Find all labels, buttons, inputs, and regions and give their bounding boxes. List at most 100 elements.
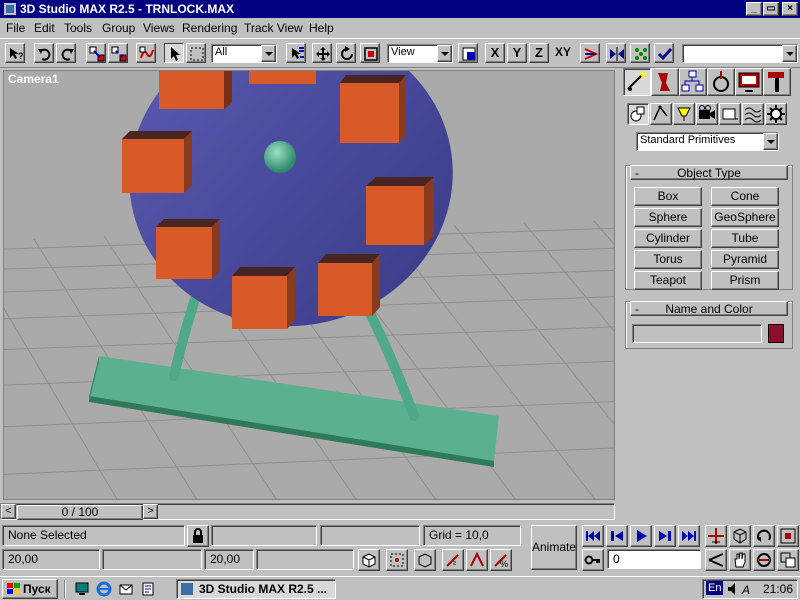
tab-create[interactable] [623,68,651,96]
menu-edit[interactable]: Edit [34,21,55,35]
time-slider-next-button[interactable]: > [143,504,158,519]
maximize-button[interactable]: ▭ [763,2,779,16]
unlink-button[interactable] [108,43,128,63]
undo-button[interactable] [34,43,54,63]
tab-utilities[interactable] [763,68,791,96]
zoom-extents-button[interactable] [777,525,799,547]
previous-frame-button[interactable] [606,525,628,547]
dolly-camera-button[interactable] [753,549,775,571]
quicklaunch-mail[interactable] [118,581,136,599]
truck-camera-button[interactable] [729,549,751,571]
align-button[interactable] [654,43,674,63]
camera-viewport[interactable]: Camera1 [3,70,615,500]
link-button[interactable] [86,43,106,63]
menu-file[interactable]: File [6,21,25,35]
prism-button[interactable]: Prism [711,271,779,290]
menu-views[interactable]: Views [143,21,175,35]
viewport-label[interactable]: Camera1 [8,72,59,86]
teapot-button[interactable]: Teapot [634,271,702,290]
angle-snap-button[interactable]: ² [442,549,464,571]
cone-button[interactable]: Cone [711,187,779,206]
help-pointer-button[interactable]: ? [5,43,25,63]
selection-filter-dropdown[interactable]: All [211,44,277,63]
degradation-override-button[interactable] [414,549,436,571]
animate-button[interactable]: Animate [531,525,577,570]
tab-modify[interactable] [651,68,679,96]
scale-button[interactable] [360,43,380,63]
language-indicator[interactable]: En [706,581,724,595]
axis-y-button[interactable]: Y [507,43,527,63]
select-by-name-button[interactable] [286,43,306,63]
speaker-icon[interactable] [727,582,739,596]
named-selection-dropdown[interactable] [682,44,798,63]
menu-group[interactable]: Group [102,21,135,35]
bind-space-warp-button[interactable] [136,43,156,63]
start-button[interactable]: Пуск [2,579,58,599]
menu-rendering[interactable]: Rendering [182,21,237,35]
axis-x-button[interactable]: X [485,43,505,63]
subtab-helpers[interactable] [719,103,741,125]
pivot-center-button[interactable] [458,43,478,63]
category-dropdown[interactable]: Standard Primitives [636,132,779,151]
menu-track-view[interactable]: Track View [244,21,303,35]
field-of-view-button[interactable] [705,549,727,571]
redo-button[interactable] [56,43,76,63]
key-mode-button[interactable] [582,549,604,571]
object-color-swatch[interactable] [768,324,784,343]
play-button[interactable] [630,525,652,547]
geosphere-button[interactable]: GeoSphere [711,208,779,227]
axis-xy-button[interactable]: XY [551,43,575,63]
quicklaunch-edit[interactable] [140,581,158,599]
tube-button[interactable]: Tube [711,229,779,248]
mirror-button[interactable] [606,43,626,63]
torus-button[interactable]: Torus [634,250,702,269]
close-button[interactable]: × [782,2,798,16]
menu-help[interactable]: Help [309,21,334,35]
axis-z-button[interactable]: Z [529,43,549,63]
subtab-shapes[interactable] [650,103,672,125]
reference-coord-dropdown[interactable]: View [387,44,453,63]
subtab-cameras[interactable] [696,103,718,125]
subtab-lights[interactable] [673,103,695,125]
array-button[interactable] [630,43,650,63]
snap-button[interactable] [466,549,488,571]
object-type-rollout-header[interactable]: - Object Type [630,165,788,180]
time-slider-thumb[interactable]: 0 / 100 [17,505,143,520]
inverse-kinematics-button[interactable] [580,43,600,63]
lock-selection-button[interactable] [187,525,209,547]
window-crossing-button[interactable] [386,549,408,571]
next-frame-button[interactable] [654,525,676,547]
minimize-button[interactable]: _ [746,2,762,16]
pyramid-button[interactable]: Pyramid [711,250,779,269]
arc-rotate-button[interactable] [729,525,751,547]
pan-button[interactable] [705,525,727,547]
subtab-systems[interactable] [765,103,787,125]
move-button[interactable] [312,43,332,63]
font-icon[interactable]: A [741,582,755,596]
go-to-start-button[interactable] [582,525,604,547]
cylinder-button[interactable]: Cylinder [634,229,702,248]
min-max-toggle-button[interactable] [777,549,799,571]
name-color-rollout-header[interactable]: - Name and Color [630,301,788,316]
menu-tools[interactable]: Tools [64,21,92,35]
taskbar-task-3dsmax[interactable]: 3D Studio MAX R2.5 ... [176,579,336,599]
select-object-button[interactable] [164,43,184,63]
object-name-input[interactable] [632,324,762,343]
percent-snap-button[interactable]: % [490,549,512,571]
subtab-geometry[interactable] [627,103,649,125]
region-select-button[interactable] [186,43,206,63]
time-slider-prev-button[interactable]: < [1,504,16,519]
current-frame-input[interactable]: 0 [607,549,701,569]
sphere-button[interactable]: Sphere [634,208,702,227]
tab-hierarchy[interactable] [679,68,707,96]
go-to-end-button[interactable] [678,525,700,547]
subtab-space-warps[interactable] [742,103,764,125]
tab-motion[interactable] [707,68,735,96]
box-button[interactable]: Box [634,187,702,206]
time-slider[interactable]: < 0 / 100 > [0,503,615,520]
tab-display[interactable] [735,68,763,96]
rotate-button[interactable] [336,43,356,63]
snap-toggle-button[interactable] [358,549,380,571]
orbit-button[interactable] [753,525,775,547]
quicklaunch-desktop[interactable] [74,581,92,599]
